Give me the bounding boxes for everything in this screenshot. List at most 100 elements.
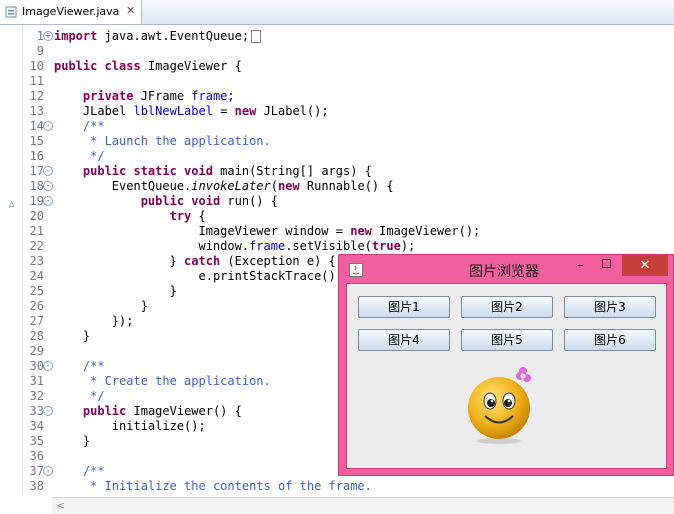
code-line: 11 [22, 74, 674, 89]
code-text: * Create the application. [90, 374, 271, 388]
line-number: 38 [29, 479, 44, 493]
code-text: }); [54, 314, 134, 328]
code-line: 20 try { [22, 209, 674, 224]
minimize-button[interactable]: – [577, 258, 584, 273]
code-text: try { [169, 209, 206, 223]
line-number: 29 [29, 344, 44, 358]
code-line: 38 * Initialize the contents of the fram… [22, 479, 674, 494]
code-line: 14- /** [22, 119, 674, 134]
line-number: 21 [29, 224, 44, 238]
code-text: private JFrame frame; [82, 89, 235, 103]
code-line: 12 private JFrame frame; [22, 89, 674, 104]
line-number: 25 [29, 284, 44, 298]
image-6-button[interactable]: 图片6 [564, 329, 656, 351]
line-number: 28 [29, 329, 44, 343]
image-5-button[interactable]: 图片5 [461, 329, 553, 351]
code-text: /** [82, 359, 105, 373]
line-number: 9 [36, 44, 44, 58]
line-number: 14 [29, 119, 44, 133]
code-text: * Launch the application. [90, 134, 271, 148]
close-button[interactable]: ✕ [622, 255, 668, 276]
line-number: 11 [29, 74, 44, 88]
code-line: 16 */ [22, 149, 674, 164]
code-text: * Initialize the contents of the frame. [90, 479, 372, 493]
code-text: } catch (Exception e) { [54, 254, 336, 268]
code-text: EventQueue.invokeLater(new Runnable() { [54, 179, 394, 193]
scroll-left-icon[interactable]: < [56, 499, 65, 512]
collapse-fold-icon[interactable]: - [43, 181, 53, 191]
expand-fold-icon[interactable]: + [43, 31, 53, 41]
window-content: 图片1 图片2 图片3 图片4 图片5 图片6 [346, 283, 667, 469]
image-2-button[interactable]: 图片2 [461, 296, 553, 318]
code-line: 10 public class ImageViewer { [22, 59, 674, 74]
code-text: window.frame.setVisible(true); [54, 239, 416, 253]
line-number: 37 [29, 464, 44, 478]
line-number: 35 [29, 434, 44, 448]
code-line: 15 * Launch the application. [22, 134, 674, 149]
line-number: 1 [36, 29, 44, 43]
code-line: 19- public void run() { [22, 194, 674, 209]
collapse-fold-icon[interactable]: - [43, 166, 53, 176]
line-number: 27 [29, 314, 44, 328]
horizontal-scrollbar[interactable]: < [52, 497, 674, 514]
image-1-button[interactable]: 图片1 [358, 296, 450, 318]
line-number: 20 [29, 209, 44, 223]
code-line: 13 JLabel lblNewLabel = new JLabel(); [22, 104, 674, 119]
java-file-icon [5, 6, 17, 18]
line-number: 32 [29, 389, 44, 403]
line-number: 24 [29, 269, 44, 283]
line-number: 31 [29, 374, 44, 388]
line-number: 12 [29, 89, 44, 103]
code-text: ImageViewer window = new ImageViewer(); [54, 224, 481, 238]
code-text: e.printStackTrace(); [54, 269, 343, 283]
line-number: 17 [29, 164, 44, 178]
line-number: 30 [29, 359, 44, 373]
collapse-fold-icon[interactable]: - [43, 196, 53, 206]
code-text: } [54, 284, 177, 298]
code-line: 1 + import java.awt.EventQueue; [22, 29, 674, 44]
code-line: 22 window.frame.setVisible(true); [22, 239, 674, 254]
code-text: } [54, 434, 91, 448]
code-text: import java.awt.EventQueue; [54, 29, 262, 44]
line-number: 16 [29, 149, 44, 163]
line-number: 10 [29, 59, 44, 73]
line-number: 23 [29, 254, 44, 268]
line-number: 33 [29, 404, 44, 418]
maximize-button[interactable]: ☐ [601, 257, 612, 271]
code-line: 18- EventQueue.invokeLater(new Runnable(… [22, 179, 674, 194]
code-line: 21 ImageViewer window = new ImageViewer(… [22, 224, 674, 239]
line-number: 22 [29, 239, 44, 253]
image-viewer-window: 图片浏览器 – ☐ ✕ 图片1 图片2 图片3 图片4 图片5 图片6 [338, 254, 674, 476]
code-text: /** [82, 464, 105, 478]
code-text: public void run() { [140, 194, 278, 208]
code-text: public static void main(String[] args) { [82, 164, 372, 178]
line-number: 13 [29, 104, 44, 118]
window-title: 图片浏览器 [469, 264, 539, 280]
image-3-button[interactable]: 图片3 [564, 296, 656, 318]
code-text: initialize(); [54, 419, 206, 433]
image-4-button[interactable]: 图片4 [358, 329, 450, 351]
line-number: 36 [29, 449, 44, 463]
collapse-fold-icon[interactable]: - [43, 121, 53, 131]
code-text: */ [90, 389, 105, 403]
tab-imageviewer-java[interactable]: ImageViewer.java ✕ [0, 0, 142, 24]
code-text: /** [82, 119, 105, 133]
java-app-icon [349, 263, 363, 277]
line-number: 26 [29, 299, 44, 313]
code-text: } [54, 329, 91, 343]
smiley-face-image [468, 367, 531, 444]
code-text: } [54, 299, 148, 313]
collapse-fold-icon[interactable]: - [43, 406, 53, 416]
tab-close-icon[interactable]: ✕ [126, 4, 135, 17]
code-text: public class ImageViewer { [54, 59, 242, 73]
collapse-fold-icon[interactable]: - [43, 361, 53, 371]
editor-tab-bar: ImageViewer.java ✕ [0, 0, 674, 25]
code-line: 17- public static void main(String[] arg… [22, 164, 674, 179]
collapse-fold-icon[interactable]: - [43, 466, 53, 476]
code-text: public ImageViewer() { [82, 404, 242, 418]
override-marker-icon: △ [9, 199, 15, 209]
line-number: 18 [29, 179, 44, 193]
line-number: 15 [29, 134, 44, 148]
tab-label: ImageViewer.java [22, 5, 120, 18]
code-text: JLabel lblNewLabel = new JLabel(); [54, 104, 329, 118]
